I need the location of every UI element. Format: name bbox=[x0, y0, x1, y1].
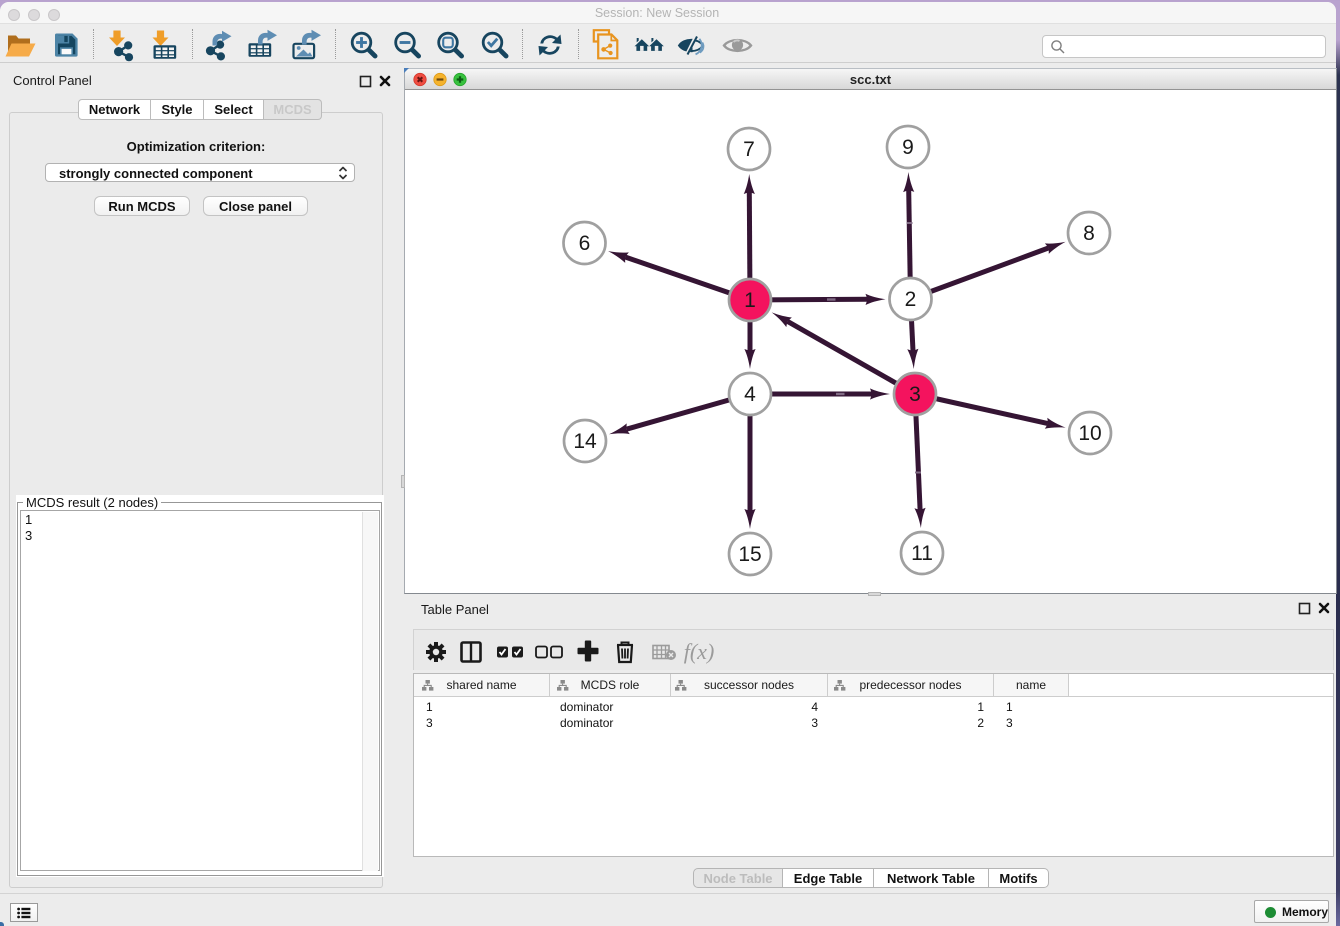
svg-text:8: 8 bbox=[1083, 222, 1095, 245]
svg-text:9: 9 bbox=[902, 136, 914, 159]
svg-text:3: 3 bbox=[909, 383, 921, 406]
svg-text:4: 4 bbox=[744, 383, 756, 406]
svg-text:7: 7 bbox=[743, 138, 755, 161]
svg-text:2: 2 bbox=[905, 288, 917, 311]
svg-text:6: 6 bbox=[579, 232, 591, 255]
svg-text:14: 14 bbox=[573, 430, 597, 453]
svg-text:10: 10 bbox=[1078, 422, 1101, 445]
svg-text:15: 15 bbox=[738, 543, 761, 566]
svg-text:f(x): f(x) bbox=[684, 639, 715, 664]
svg-text:1: 1 bbox=[744, 289, 756, 312]
svg-text:11: 11 bbox=[911, 542, 933, 565]
